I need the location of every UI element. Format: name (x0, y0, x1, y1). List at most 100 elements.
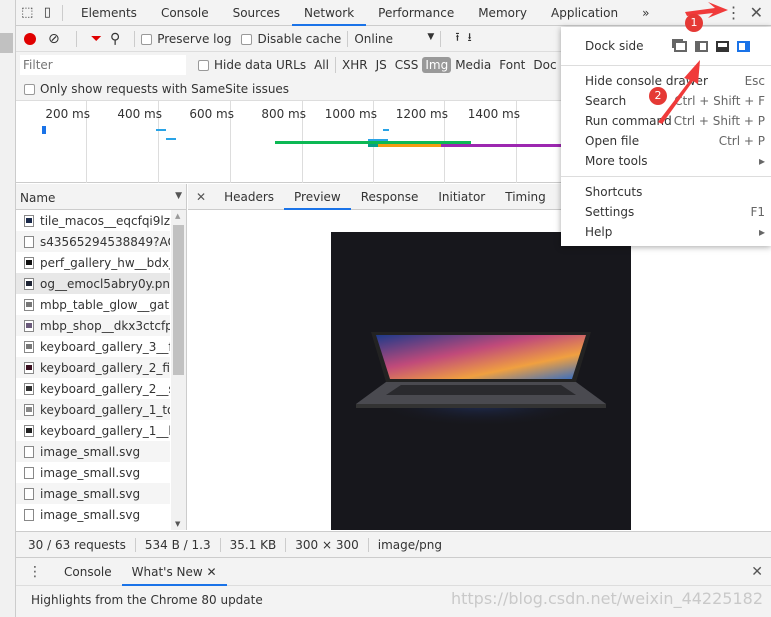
tab-timing[interactable]: Timing (495, 184, 556, 210)
divider (440, 30, 442, 47)
menu-item-settings[interactable]: Settings F1 (561, 202, 771, 222)
search-icon[interactable]: ⚲ (110, 31, 120, 47)
request-row[interactable]: mbp_table_glow__gatk45 (16, 294, 170, 315)
record-icon[interactable] (24, 32, 36, 45)
filter-input[interactable] (20, 55, 186, 75)
menu-item-more-tools[interactable]: More tools ▸ (561, 151, 771, 171)
menu-item-label: Help (585, 225, 613, 239)
tab-initiator[interactable]: Initiator (428, 184, 495, 210)
export-har-icon[interactable]: ⭳ (468, 28, 472, 49)
request-row[interactable]: mbp_shop__dkx3ctcfpye (16, 315, 170, 336)
request-list-scrollbar[interactable]: ▲ ▼ (171, 210, 186, 530)
request-row[interactable]: s43565294538849?AQB= (16, 231, 170, 252)
type-js[interactable]: JS (372, 58, 391, 72)
throttle-select[interactable]: Online ▼ (354, 32, 434, 46)
divider (347, 30, 349, 47)
tab-console[interactable]: Console (149, 0, 221, 26)
samesite-label: Only show requests with SameSite issues (40, 82, 290, 96)
request-bar (378, 144, 441, 147)
file-thumbnail-icon (24, 487, 34, 500)
tab-application[interactable]: Application (539, 0, 630, 26)
close-drawer-icon[interactable]: ✕ (751, 564, 763, 580)
scroll-thumb[interactable] (0, 33, 13, 53)
checkbox[interactable] (241, 33, 253, 45)
type-xhr[interactable]: XHR (338, 58, 372, 72)
type-css[interactable]: CSS (391, 58, 423, 72)
drawer-tab-whats-new[interactable]: What's New ✕ (121, 558, 227, 586)
type-all[interactable]: All (310, 58, 333, 72)
request-row[interactable]: image_small.svg (16, 504, 170, 525)
preserve-log-checkbox[interactable]: Preserve log (141, 32, 231, 46)
clear-icon[interactable]: ⊘ (48, 31, 60, 47)
samesite-checkbox[interactable] (24, 83, 35, 95)
more-options-kebab-icon[interactable]: ⋮ (726, 3, 742, 22)
menu-item-shortcut: Ctrl + P (718, 134, 765, 148)
import-har-icon[interactable]: ⭱ (455, 28, 459, 49)
close-detail-icon[interactable]: ✕ (188, 190, 214, 204)
request-row[interactable]: keyboard_gallery_1__kbc (16, 420, 170, 441)
resource-size: 35.1 KB (221, 537, 287, 552)
undock-icon[interactable] (673, 40, 687, 52)
type-font[interactable]: Font (495, 58, 529, 72)
request-row[interactable]: keyboard_gallery_2_finge (16, 357, 170, 378)
dock-right-icon[interactable] (736, 40, 750, 52)
file-thumbnail-icon (24, 298, 34, 311)
tab-performance[interactable]: Performance (366, 0, 466, 26)
scroll-up-icon[interactable]: ▲ (175, 212, 180, 220)
checkbox[interactable] (198, 60, 209, 71)
scroll-thumb[interactable] (173, 225, 184, 375)
name-column-header[interactable]: Name ▼ (16, 184, 187, 210)
request-row[interactable]: image_small.svg (16, 483, 170, 504)
type-doc[interactable]: Doc (529, 58, 560, 72)
checkbox[interactable] (141, 33, 153, 45)
request-name: s43565294538849?AQB= (40, 234, 170, 249)
request-bar (383, 129, 389, 131)
drawer-tabs: ⋮ Console What's New ✕ ✕ (16, 558, 771, 586)
menu-item-label: Hide console drawer (585, 74, 708, 88)
tab-response[interactable]: Response (351, 184, 429, 210)
menu-item-help[interactable]: Help ▸ (561, 222, 771, 242)
request-row[interactable]: og__emocl5abry0y.png (16, 273, 170, 294)
menu-item-label: Shortcuts (585, 185, 643, 199)
hide-data-urls-checkbox[interactable]: Hide data URLs (198, 58, 306, 72)
dock-side-row: Dock side (561, 27, 771, 65)
scroll-down-icon[interactable]: ▼ (175, 520, 180, 528)
dock-bottom-icon[interactable] (715, 40, 729, 52)
request-bar (441, 144, 571, 147)
request-row[interactable]: keyboard_gallery_2__syv. (16, 378, 170, 399)
menu-item-shortcuts[interactable]: Shortcuts (561, 182, 771, 202)
more-tabs-button[interactable]: » (630, 0, 661, 26)
page-scrollbar[interactable] (0, 0, 16, 617)
type-img[interactable]: Img (422, 57, 452, 73)
request-bar (166, 138, 176, 140)
tab-network[interactable]: Network (292, 0, 367, 26)
menu-item-run-command[interactable]: Run command Ctrl + Shift + P (561, 111, 771, 131)
disable-cache-checkbox[interactable]: Disable cache (241, 32, 341, 46)
request-row[interactable]: tile_macos__eqcfqi9lz0qe (16, 210, 170, 231)
menu-item-hide-console-drawer[interactable]: Hide console drawer Esc (561, 71, 771, 91)
tab-headers[interactable]: Headers (214, 184, 284, 210)
device-toolbar-icon[interactable]: ▯ (44, 5, 51, 20)
tab-memory[interactable]: Memory (466, 0, 539, 26)
close-tab-icon[interactable]: ✕ (207, 565, 217, 579)
close-devtools-icon[interactable]: ✕ (750, 3, 763, 22)
file-thumbnail-icon (24, 256, 34, 269)
request-row[interactable]: keyboard_gallery_3__fk9. (16, 336, 170, 357)
file-thumbnail-icon (24, 361, 34, 374)
tab-preview[interactable]: Preview (284, 184, 351, 210)
tab-elements[interactable]: Elements (69, 0, 149, 26)
request-row[interactable]: keyboard_gallery_1_touc (16, 399, 170, 420)
filter-icon[interactable]: ⏷ (91, 31, 102, 47)
file-thumbnail-icon (24, 466, 34, 479)
request-row[interactable]: image_small.svg (16, 441, 170, 462)
type-media[interactable]: Media (451, 58, 495, 72)
menu-item-open-file[interactable]: Open file Ctrl + P (561, 131, 771, 151)
request-row[interactable]: image_small.svg (16, 462, 170, 483)
dock-left-icon[interactable] (694, 40, 708, 52)
menu-item-shortcut: ▸ (758, 154, 765, 168)
request-row[interactable]: perf_gallery_hw__bdxj0rf (16, 252, 170, 273)
drawer-menu-icon[interactable]: ⋮ (16, 564, 54, 580)
inspect-element-icon[interactable]: ⬚ (21, 5, 33, 20)
tab-sources[interactable]: Sources (221, 0, 292, 26)
drawer-tab-console[interactable]: Console (54, 559, 122, 585)
